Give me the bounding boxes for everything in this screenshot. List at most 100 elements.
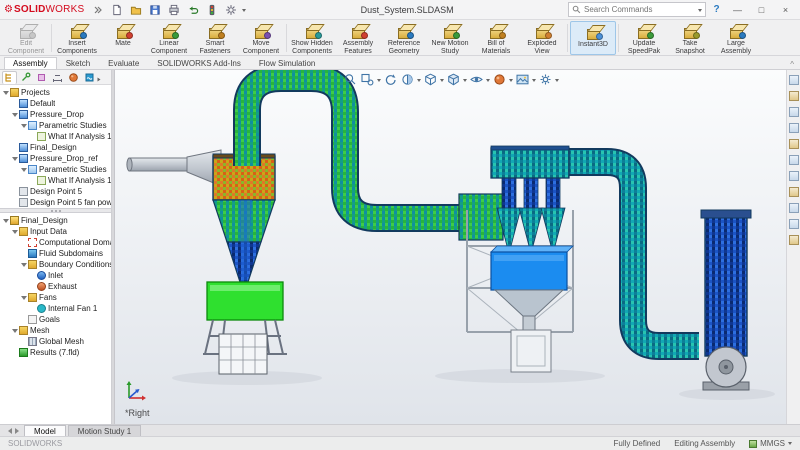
dropdown-caret-icon[interactable] xyxy=(532,79,536,84)
displaymanager-tab-icon[interactable] xyxy=(66,71,81,84)
tree-item-internal-fan-1[interactable]: Internal Fan 1 xyxy=(0,303,111,314)
graphics-viewport[interactable]: *Right xyxy=(115,70,786,424)
options-icon[interactable] xyxy=(223,2,239,18)
ribbon-button-assembly-features[interactable]: Assembly Features xyxy=(335,21,381,55)
dropdown-caret-icon[interactable] xyxy=(417,79,421,84)
ribbon-button-exploded-view[interactable]: Exploded View xyxy=(519,21,565,55)
tab-flow-simulation[interactable]: Flow Simulation xyxy=(250,57,324,69)
expander-icon[interactable] xyxy=(20,120,28,131)
tab-model[interactable]: Model xyxy=(24,425,66,436)
expander-icon[interactable] xyxy=(20,292,28,303)
zoom-to-area-icon[interactable] xyxy=(360,72,375,87)
tree-item-final-design[interactable]: Final_Design xyxy=(0,142,111,153)
undo-icon[interactable] xyxy=(185,2,201,18)
expander-icon[interactable] xyxy=(20,259,28,270)
tree-item-design-point-5-fan-powered[interactable]: Design Point 5 fan powered xyxy=(0,197,111,208)
configurationmanager-tab-icon[interactable] xyxy=(34,71,49,84)
expander-icon[interactable] xyxy=(11,325,19,336)
expander-icon[interactable] xyxy=(2,215,10,226)
tab-assembly[interactable]: Assembly xyxy=(4,57,57,69)
dropdown-caret-icon[interactable] xyxy=(486,79,490,84)
dropdown-caret-icon[interactable] xyxy=(555,79,559,84)
edit-appearance-icon[interactable] xyxy=(492,72,507,87)
dimxpertmanager-tab-icon[interactable] xyxy=(50,71,65,84)
ribbon-button-take-snapshot[interactable]: Take Snapshot xyxy=(667,21,713,55)
tree-item-fluid-subdomains[interactable]: Fluid Subdomains xyxy=(0,248,111,259)
tab-sketch[interactable]: Sketch xyxy=(57,57,99,69)
tool-icon[interactable] xyxy=(789,139,799,149)
dropdown-caret-icon[interactable] xyxy=(440,79,444,84)
expander-icon[interactable] xyxy=(2,87,10,98)
tree-item-what-if-analysis[interactable]: What If Analysis 1 xyxy=(0,131,111,142)
view-settings-icon[interactable] xyxy=(538,72,553,87)
ribbon-button-move-component[interactable]: Move Component xyxy=(238,21,284,55)
print-icon[interactable] xyxy=(166,2,182,18)
tree-item-goals[interactable]: Goals xyxy=(0,314,111,325)
tool-icon[interactable] xyxy=(789,203,799,213)
rebuild-icon[interactable] xyxy=(204,2,220,18)
save-icon[interactable] xyxy=(147,2,163,18)
minimize-button[interactable]: — xyxy=(727,1,748,18)
expander-icon[interactable] xyxy=(11,153,19,164)
tab-solidworks-add-ins[interactable]: SOLIDWORKS Add-Ins xyxy=(148,57,250,69)
featuremanager-tab-icon[interactable] xyxy=(2,71,17,84)
tree-item-projects[interactable]: Projects xyxy=(0,87,111,98)
help-button[interactable]: ? xyxy=(709,2,724,17)
tool-icon[interactable] xyxy=(789,155,799,165)
tree-item-pressure-drop[interactable]: Pressure_Drop xyxy=(0,109,111,120)
expander-icon[interactable] xyxy=(11,109,19,120)
expander-icon[interactable] xyxy=(20,164,28,175)
dropdown-caret-icon[interactable] xyxy=(509,79,513,84)
tool-icon[interactable] xyxy=(789,187,799,197)
tree-item-final-design-root[interactable]: Final_Design xyxy=(0,215,111,226)
close-button[interactable]: × xyxy=(775,1,796,18)
ribbon-button-mate[interactable]: Mate xyxy=(100,21,146,55)
ribbon-button-update-speedpak-subassemblies[interactable]: Update SpeedPak Subassemblies xyxy=(621,21,667,55)
ribbon-button-instant3d[interactable]: Instant3D xyxy=(570,21,616,55)
previous-view-icon[interactable] xyxy=(383,72,398,87)
ribbon-button-smart-fasteners[interactable]: Smart Fasteners xyxy=(192,21,238,55)
tree-item-parametric-studies[interactable]: Parametric Studies xyxy=(0,164,111,175)
apply-scene-icon[interactable] xyxy=(515,72,530,87)
tree-item-inlet[interactable]: Inlet xyxy=(0,270,111,281)
ribbon-button-edit-component[interactable]: Edit Component xyxy=(3,21,49,55)
new-document-icon[interactable] xyxy=(109,2,125,18)
tree-item-what-if-analysis[interactable]: What If Analysis 1 xyxy=(0,175,111,186)
tree-item-boundary-conditions[interactable]: Boundary Conditions xyxy=(0,259,111,270)
tool-icon[interactable] xyxy=(789,123,799,133)
collapse-ribbon-icon[interactable]: ^ xyxy=(790,60,800,69)
ribbon-button-linear-component-pattern[interactable]: Linear Component Pattern xyxy=(146,21,192,55)
tree-item-fans[interactable]: Fans xyxy=(0,292,111,303)
display-style-icon[interactable] xyxy=(446,72,461,87)
tree-item-exhaust[interactable]: Exhaust xyxy=(0,281,111,292)
ribbon-button-show-hidden-components[interactable]: Show Hidden Components xyxy=(289,21,335,55)
view-orientation-icon[interactable] xyxy=(423,72,438,87)
tool-icon[interactable] xyxy=(789,171,799,181)
search-commands-box[interactable] xyxy=(568,2,706,17)
tree-item-input-data[interactable]: Input Data xyxy=(0,226,111,237)
tool-icon[interactable] xyxy=(789,75,799,85)
expander-icon[interactable] xyxy=(11,226,19,237)
tab-scroll-right-icon[interactable] xyxy=(14,426,22,436)
search-caret-icon[interactable] xyxy=(698,9,702,14)
search-input[interactable] xyxy=(584,5,695,14)
dropdown-caret-icon[interactable] xyxy=(377,79,381,84)
ribbon-button-bill-of-materials[interactable]: Bill of Materials xyxy=(473,21,519,55)
dropdown-caret-icon[interactable] xyxy=(463,79,467,84)
tree-item-mesh[interactable]: Mesh xyxy=(0,325,111,336)
tree-item-computational-domain[interactable]: Computational Domain xyxy=(0,237,111,248)
menu-expand-icon[interactable] xyxy=(90,2,106,18)
section-view-icon[interactable] xyxy=(400,72,415,87)
tool-icon[interactable] xyxy=(789,235,799,245)
tab-scroll-left-icon[interactable] xyxy=(4,426,12,436)
tree-item-parametric-studies[interactable]: Parametric Studies xyxy=(0,120,111,131)
tree-item-design-point-5[interactable]: Design Point 5 xyxy=(0,186,111,197)
maximize-button[interactable]: □ xyxy=(751,1,772,18)
quickbar-caret-icon[interactable] xyxy=(242,9,246,14)
zoom-to-fit-icon[interactable] xyxy=(343,72,358,87)
hide-show-items-icon[interactable] xyxy=(469,72,484,87)
propertymanager-tab-icon[interactable] xyxy=(18,71,33,84)
tool-icon[interactable] xyxy=(789,107,799,117)
units-selector[interactable]: MMGS xyxy=(749,439,792,448)
tree-item-pressure-drop-ref[interactable]: Pressure_Drop_ref xyxy=(0,153,111,164)
